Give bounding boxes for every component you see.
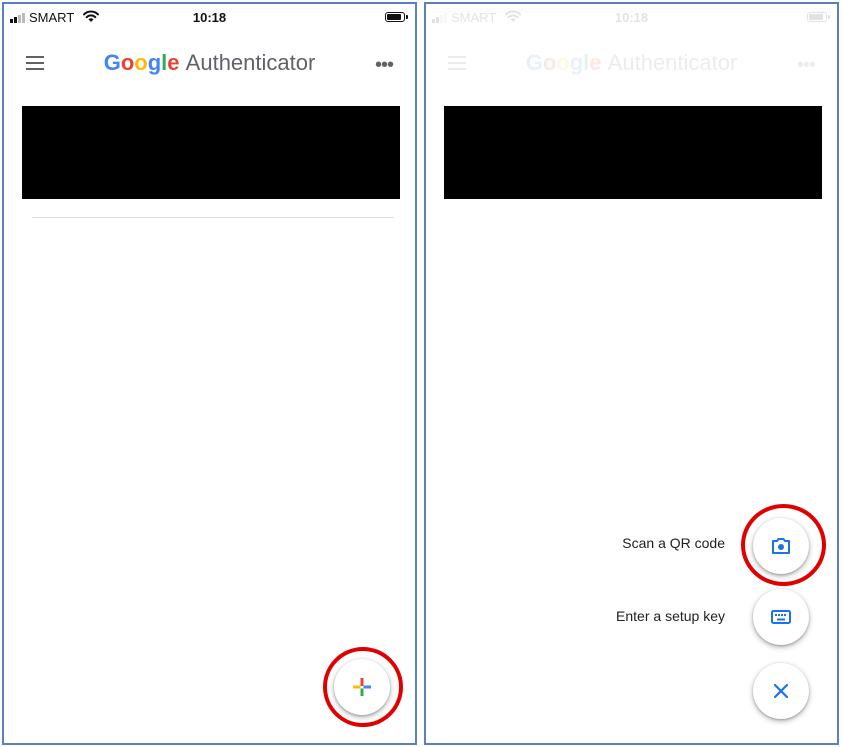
enter-setup-key-button[interactable] (753, 589, 809, 645)
google-logo-text: Google (103, 50, 180, 75)
account-entry-redacted (444, 106, 822, 199)
app-bar: Google Authenticator ••• (4, 44, 415, 84)
clock: 10:18 (192, 10, 227, 25)
app-name: Authenticator (185, 50, 316, 75)
setup-key-label[interactable]: Enter a setup key (616, 608, 725, 624)
scan-qr-button[interactable] (753, 518, 809, 574)
camera-icon (772, 538, 790, 554)
app-title: Google Authenticator (4, 50, 415, 76)
add-account-button[interactable] (334, 659, 390, 715)
divider (32, 217, 394, 218)
screen-authenticator-add-menu: SMART 10:18 Google Authenticator ••• Sca… (424, 2, 839, 745)
keyboard-icon (771, 610, 791, 624)
status-bar: SMART 10:18 (4, 4, 415, 32)
close-icon (773, 683, 789, 699)
screen-authenticator-home: SMART 10:18 Google Authenticator ••• (2, 2, 417, 745)
scan-qr-label[interactable]: Scan a QR code (622, 535, 725, 551)
more-horiz-icon[interactable]: ••• (375, 54, 394, 77)
close-menu-button[interactable] (753, 663, 809, 719)
battery-icon (385, 12, 408, 22)
account-entry-redacted[interactable] (22, 106, 400, 199)
plus-icon (353, 678, 371, 696)
